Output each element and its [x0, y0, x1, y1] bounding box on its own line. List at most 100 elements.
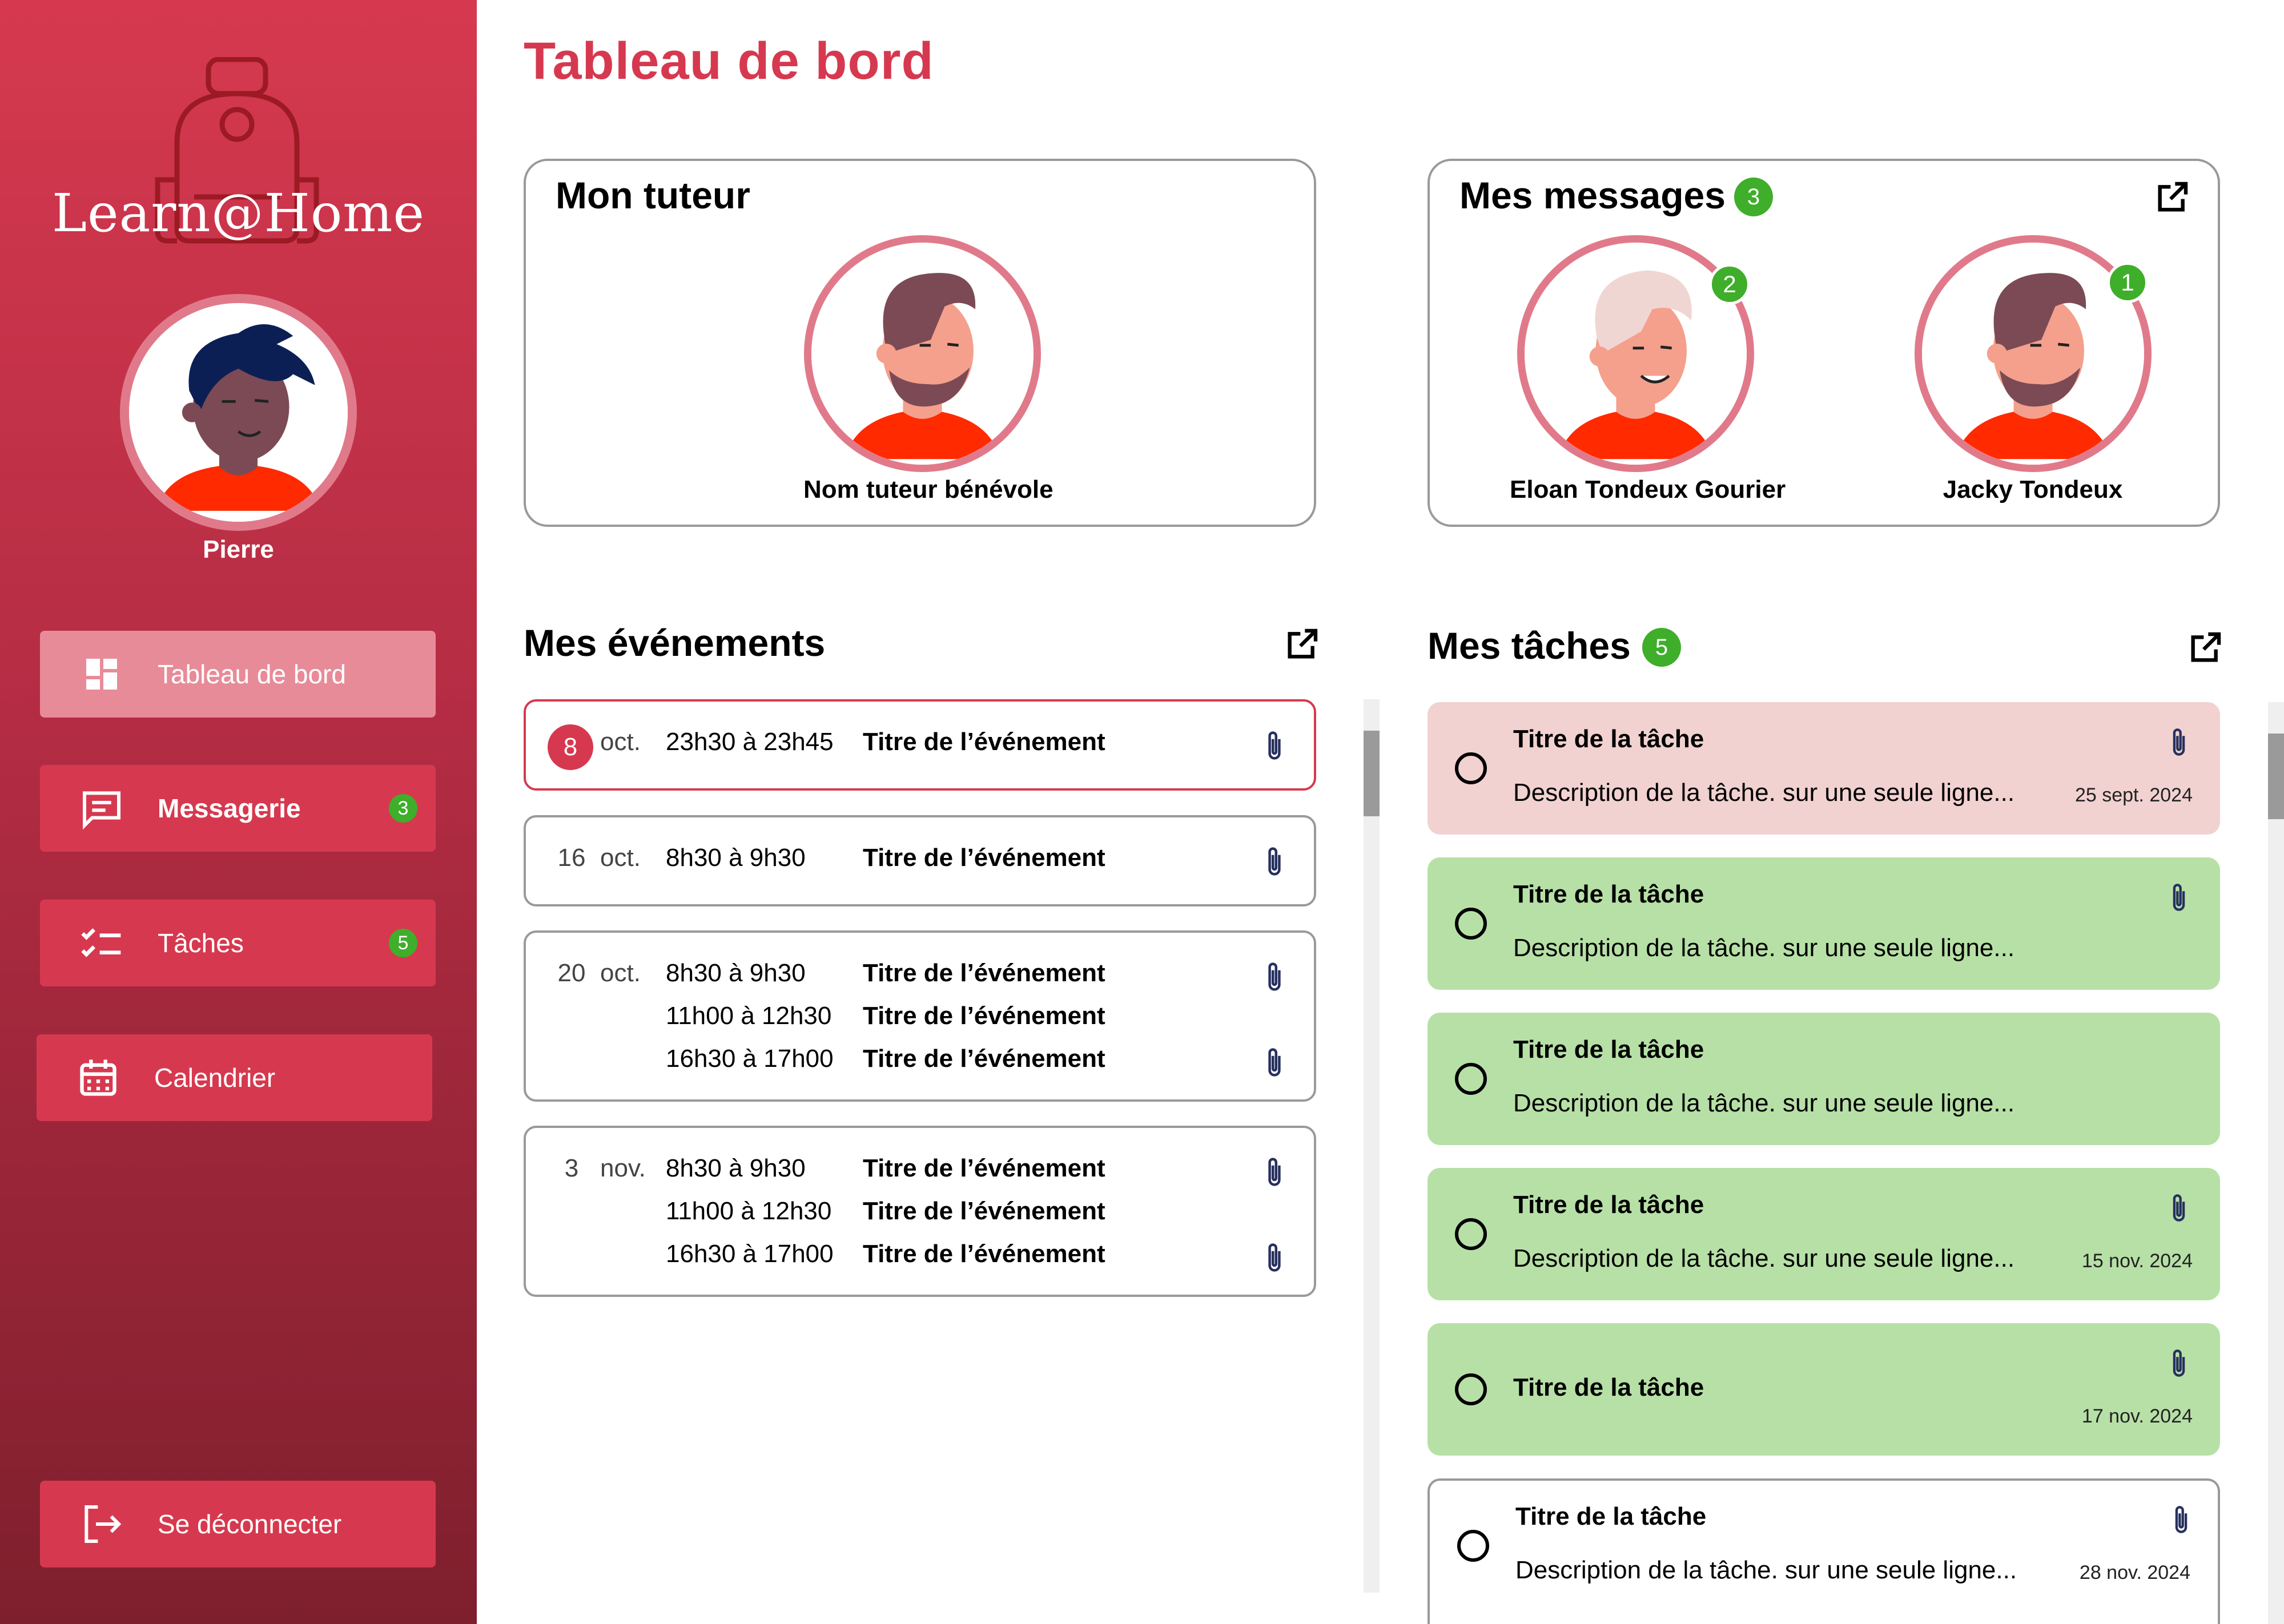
- event-item[interactable]: 16 oct. 8h30 à 9h30 Titre de l’événement: [526, 844, 1314, 884]
- task-item[interactable]: Titre de la tâche Description de la tâch…: [1427, 702, 2220, 835]
- task-complete-radio[interactable]: [1455, 1218, 1487, 1250]
- attachment-icon[interactable]: [1264, 1242, 1285, 1274]
- event-item[interactable]: 11h00 à 12h30 Titre de l’événement: [526, 1002, 1314, 1042]
- event-day: 16: [557, 844, 586, 872]
- task-title: Titre de la tâche: [1515, 1502, 1707, 1530]
- attachment-icon[interactable]: [2169, 727, 2189, 757]
- user-name: Pierre: [203, 535, 274, 563]
- attachment-icon[interactable]: [1264, 1156, 1285, 1188]
- event-time: 11h00 à 12h30: [666, 1197, 832, 1225]
- tasks-scrollbar[interactable]: [2268, 702, 2284, 1624]
- task-title: Titre de la tâche: [1513, 1035, 1704, 1063]
- task-due-date: 15 nov. 2024: [2081, 1250, 2193, 1272]
- task-due-date: 17 nov. 2024: [2081, 1405, 2193, 1427]
- event-title: Titre de l’événement: [863, 1197, 1105, 1225]
- event-title: Titre de l’événement: [863, 1045, 1105, 1073]
- task-title: Titre de la tâche: [1513, 1373, 1704, 1401]
- task-item[interactable]: Titre de la tâche Description de la tâch…: [1427, 1478, 2220, 1624]
- task-title: Titre de la tâche: [1513, 1191, 1704, 1219]
- nav-item-calendrier[interactable]: Calendrier: [37, 1034, 432, 1121]
- tasks-scrollbar-thumb[interactable]: [2268, 734, 2284, 819]
- app-root: Learn@Home Pierre Tableau de bord Messag…: [0, 0, 2284, 1624]
- tasks-count-badge: 5: [1642, 628, 1681, 667]
- event-month: oct.: [600, 728, 641, 756]
- event-item[interactable]: 20 oct. 8h30 à 9h30 Titre de l’événement: [526, 959, 1314, 999]
- nav-item-taches[interactable]: Tâches 5: [40, 900, 436, 986]
- task-item[interactable]: Titre de la tâche Description de la tâch…: [1427, 1013, 2220, 1145]
- messages-count-badge: 3: [1734, 178, 1773, 216]
- attachment-icon[interactable]: [2169, 882, 2189, 913]
- task-title: Titre de la tâche: [1513, 880, 1704, 908]
- tutor-avatar[interactable]: [803, 235, 1041, 472]
- event-title: Titre de l’événement: [863, 1240, 1105, 1268]
- nav-label: Calendrier: [154, 1063, 276, 1093]
- task-title: Titre de la tâche: [1513, 725, 1704, 753]
- event-item[interactable]: 16h30 à 17h00 Titre de l’événement: [526, 1240, 1314, 1280]
- contact-unread-badge: 1: [2107, 262, 2148, 303]
- attachment-icon[interactable]: [1264, 845, 1285, 877]
- attachment-icon[interactable]: [1264, 961, 1285, 993]
- attachment-icon[interactable]: [2169, 1348, 2189, 1379]
- task-complete-radio[interactable]: [1457, 1530, 1489, 1562]
- dashboard-icon: [79, 651, 124, 697]
- event-day-card[interactable]: 20 oct. 8h30 à 9h30 Titre de l’événement…: [524, 930, 1316, 1102]
- task-item[interactable]: Titre de la tâche 17 nov. 2024: [1427, 1323, 2220, 1456]
- attachment-icon[interactable]: [2171, 1504, 2191, 1535]
- logout-icon: [79, 1501, 124, 1547]
- task-complete-radio[interactable]: [1455, 752, 1487, 784]
- attachment-icon[interactable]: [1264, 730, 1285, 761]
- task-complete-radio[interactable]: [1455, 1373, 1487, 1405]
- event-title: Titre de l’événement: [863, 1002, 1105, 1030]
- event-time: 8h30 à 9h30: [666, 959, 806, 987]
- event-title: Titre de l’événement: [863, 1154, 1105, 1182]
- messages-card-title: Mes messages: [1459, 174, 1726, 216]
- task-description: Description de la tâche. sur une seule l…: [1515, 1556, 2017, 1584]
- task-list-icon: [79, 920, 124, 966]
- tutor-profile[interactable]: Nom tuteur bénévole: [803, 235, 1053, 504]
- event-title: Titre de l’événement: [863, 844, 1105, 872]
- open-external-icon[interactable]: [2187, 630, 2223, 666]
- event-day-card[interactable]: 8 oct. 23h30 à 23h45 Titre de l’événemen…: [524, 699, 1316, 791]
- task-description: Description de la tâche. sur une seule l…: [1513, 1244, 2015, 1272]
- event-time: 8h30 à 9h30: [666, 844, 806, 872]
- event-time: 23h30 à 23h45: [666, 728, 834, 756]
- task-complete-radio[interactable]: [1455, 908, 1487, 940]
- calendar-icon: [75, 1055, 121, 1101]
- event-day-card[interactable]: 3 nov. 8h30 à 9h30 Titre de l’événement …: [524, 1126, 1316, 1297]
- tutor-card-title: Mon tuteur: [556, 174, 750, 216]
- event-title: Titre de l’événement: [863, 728, 1105, 756]
- nav-item-messagerie[interactable]: Messagerie 3: [40, 765, 436, 852]
- event-item[interactable]: 8 oct. 23h30 à 23h45 Titre de l’événemen…: [526, 724, 1314, 770]
- nav-label: Tâches: [158, 928, 244, 958]
- task-complete-radio[interactable]: [1455, 1063, 1487, 1095]
- event-day-today: 8: [548, 724, 593, 770]
- contact-name: Jacky Tondeux: [1943, 475, 2123, 503]
- events-scrollbar[interactable]: [1364, 699, 1380, 1593]
- app-logo-text: Learn@Home: [52, 183, 425, 244]
- task-due-date: 28 nov. 2024: [2079, 1562, 2190, 1583]
- event-month: oct.: [600, 959, 641, 987]
- event-item[interactable]: 3 nov. 8h30 à 9h30 Titre de l’événement: [526, 1154, 1314, 1194]
- event-item[interactable]: 11h00 à 12h30 Titre de l’événement: [526, 1197, 1314, 1237]
- task-count-badge: 5: [389, 929, 417, 957]
- event-day-card[interactable]: 16 oct. 8h30 à 9h30 Titre de l’événement: [524, 815, 1316, 906]
- nav-item-tableau-de-bord[interactable]: Tableau de bord: [40, 631, 436, 718]
- attachment-icon[interactable]: [1264, 1046, 1285, 1078]
- task-item[interactable]: Titre de la tâche Description de la tâch…: [1427, 857, 2220, 990]
- attachment-icon[interactable]: [2169, 1192, 2189, 1223]
- user-avatar[interactable]: [120, 294, 357, 531]
- events-scrollbar-thumb[interactable]: [1364, 731, 1380, 816]
- open-external-icon[interactable]: [2154, 179, 2190, 216]
- task-item[interactable]: Titre de la tâche Description de la tâch…: [1427, 1168, 2220, 1300]
- event-month: oct.: [600, 844, 641, 872]
- page-title: Tableau de bord: [524, 32, 934, 90]
- event-title: Titre de l’événement: [863, 959, 1105, 987]
- events-section-title: Mes événements: [524, 622, 826, 664]
- event-time: 8h30 à 9h30: [666, 1154, 806, 1182]
- tutor-name: Nom tuteur bénévole: [803, 475, 1053, 503]
- event-item[interactable]: 16h30 à 17h00 Titre de l’événement: [526, 1045, 1314, 1085]
- open-external-icon[interactable]: [1284, 626, 1320, 663]
- nav-label: Tableau de bord: [158, 659, 346, 689]
- event-day: 3: [564, 1154, 579, 1182]
- logout-button[interactable]: Se déconnecter: [40, 1481, 436, 1567]
